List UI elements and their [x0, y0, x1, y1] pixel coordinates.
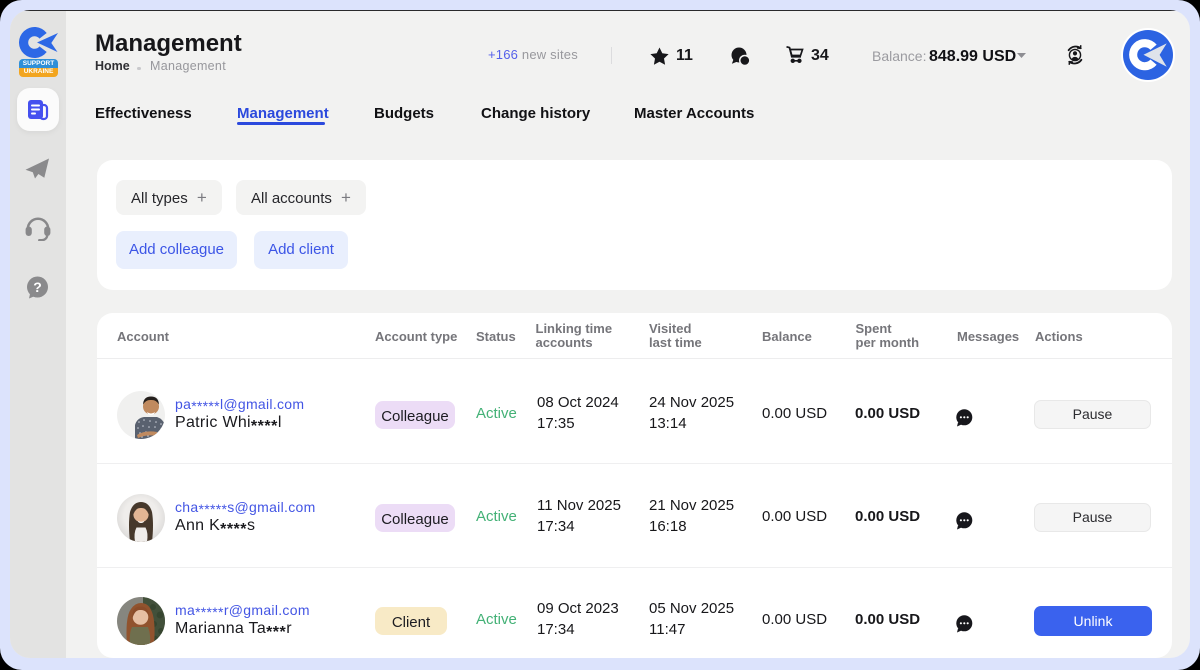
svg-text:?: ?: [33, 279, 42, 295]
